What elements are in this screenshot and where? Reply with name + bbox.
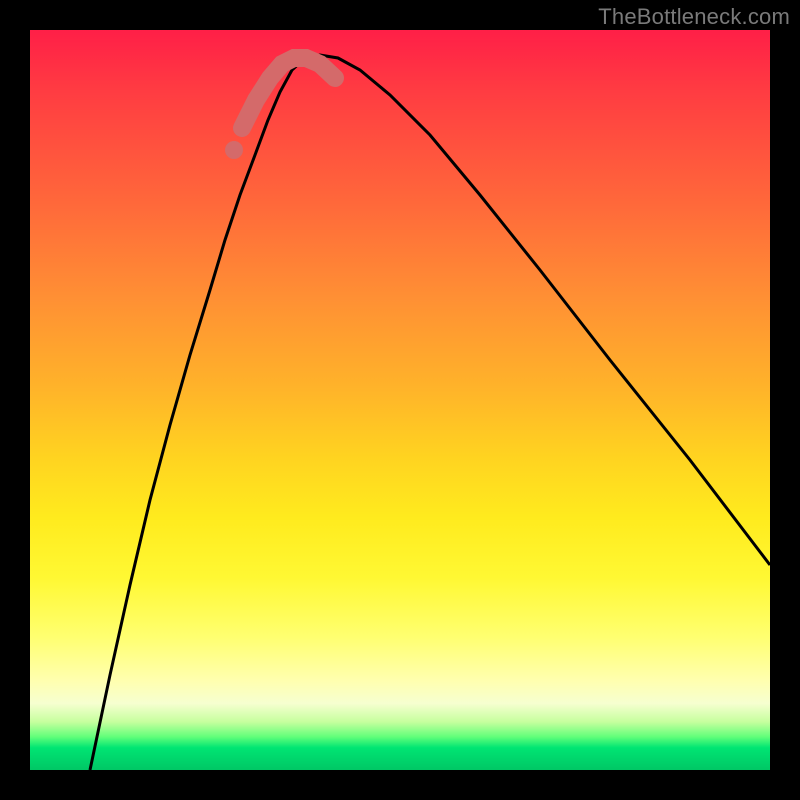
curve-layer [30,30,770,770]
watermark-text: TheBottleneck.com [598,4,790,30]
highlight-dot [225,141,243,159]
highlight-band [242,58,335,128]
chart-frame: TheBottleneck.com [0,0,800,800]
bottleneck-curve [90,55,770,770]
